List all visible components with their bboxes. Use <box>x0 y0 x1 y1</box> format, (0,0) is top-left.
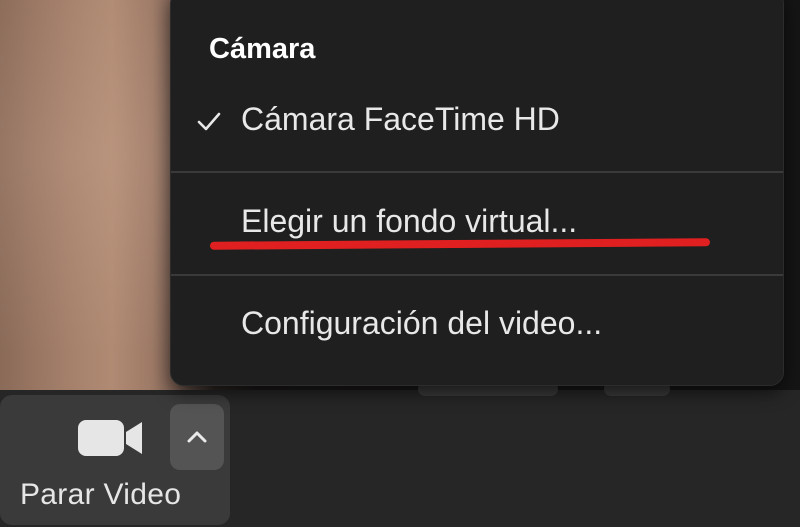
checkmark-icon <box>197 112 221 131</box>
camera-menu: Cámara Cámara FaceTime HD Elegir un fond… <box>170 0 784 386</box>
zoom-window: Parar Video Cámara Cámara FaceTime HD El… <box>0 0 800 527</box>
menu-item-label: Cámara FaceTime HD <box>241 101 560 137</box>
menu-divider <box>171 274 783 276</box>
menu-item-video-settings[interactable]: Configuración del video... <box>171 295 783 359</box>
menu-item-facetime-camera[interactable]: Cámara FaceTime HD <box>171 89 783 153</box>
chevron-up-icon <box>187 431 207 443</box>
video-options-button[interactable] <box>170 404 224 470</box>
stop-video-label[interactable]: Parar Video <box>20 478 181 512</box>
menu-item-label: Elegir un fondo virtual... <box>241 203 578 239</box>
menu-divider <box>171 171 783 173</box>
menu-header: Cámara <box>209 33 316 65</box>
menu-item-label: Configuración del video... <box>241 305 603 341</box>
video-camera-icon[interactable] <box>76 418 146 458</box>
